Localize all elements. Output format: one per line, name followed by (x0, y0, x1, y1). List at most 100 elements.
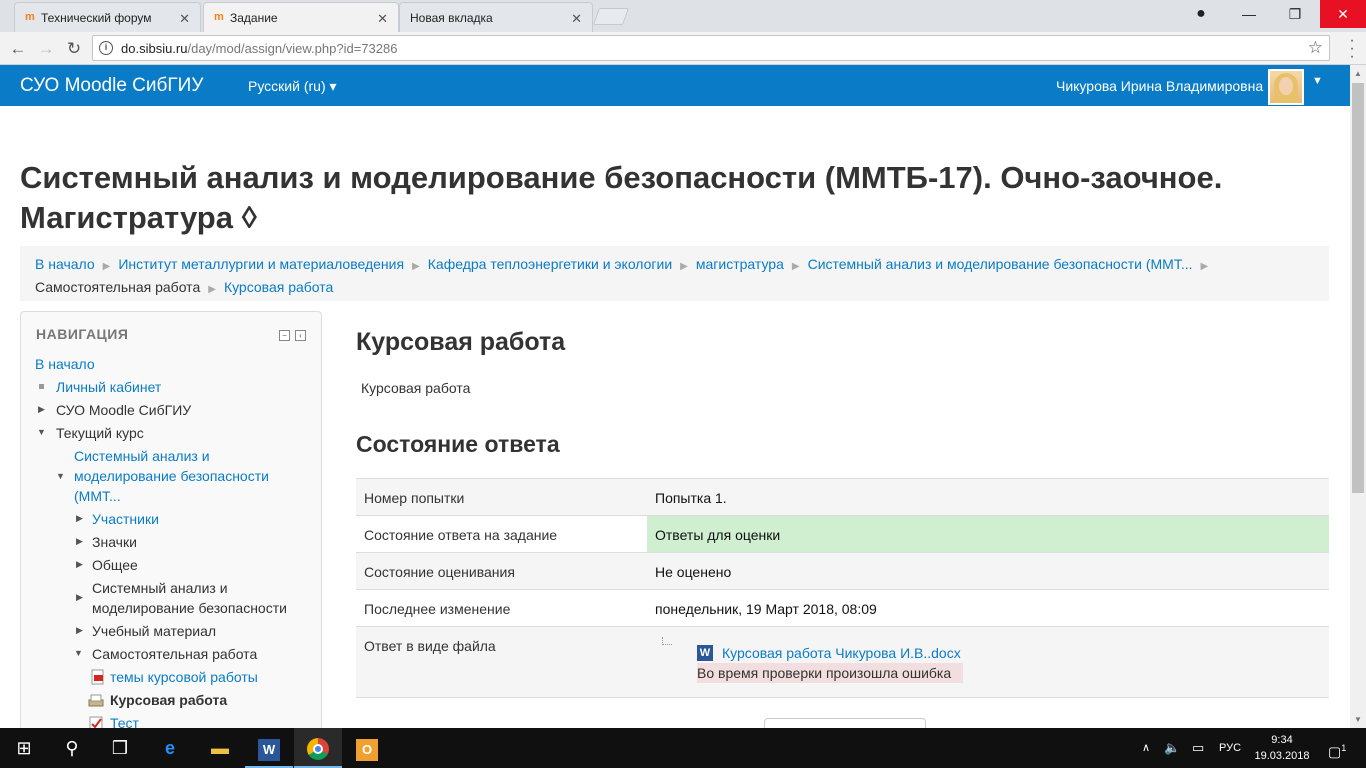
restore-button[interactable]: ❐ (1272, 0, 1318, 28)
notifications-icon[interactable]: ▢1 (1328, 728, 1346, 768)
network-icon[interactable]: ▭ (1192, 728, 1204, 768)
nav-site[interactable]: СУО Moodle СибГИУ (56, 400, 191, 420)
task-view-icon[interactable]: ❒ (96, 728, 144, 768)
nav-independent-work[interactable]: Самостоятельная работа (92, 644, 257, 664)
tab-title: Задание (230, 10, 278, 25)
chrome-icon[interactable] (294, 728, 342, 768)
row-label: Номер попытки (364, 490, 465, 506)
expand-arrow-icon[interactable]: ▶ (76, 559, 83, 570)
word-app-icon[interactable]: W (245, 728, 293, 768)
browser-toolbar: ← → ↻ i do.sibsiu.ru/day/mod/assign/view… (0, 32, 1366, 65)
nav-section-analysis-line2[interactable]: моделирование безопасности (92, 598, 287, 618)
windows-start-icon[interactable]: ⊞ (0, 728, 48, 768)
url-text: do.sibsiu.ru/day/mod/assign/view.php?id=… (121, 41, 398, 56)
page-scrollbar[interactable]: ▲ ▼ (1350, 65, 1366, 728)
nav-participants[interactable]: Участники (92, 509, 159, 529)
nav-course-link[interactable]: Системный анализ и (74, 446, 210, 466)
tab-title: Технический форум (41, 10, 152, 25)
info-icon[interactable]: i (99, 41, 113, 55)
tab-technical-forum[interactable]: m Технический форум ✕ (14, 2, 201, 32)
language-menu[interactable]: Русский (ru) ▾ (248, 78, 337, 95)
volume-icon[interactable]: 🔈 (1164, 728, 1180, 768)
expand-arrow-icon[interactable]: ▶ (76, 625, 83, 636)
nav-section-analysis[interactable]: Системный анализ и (92, 578, 228, 598)
nav-badges[interactable]: Значки (92, 532, 137, 552)
browser-menu-icon[interactable]: · · · (1344, 33, 1360, 65)
breadcrumb-section: Самостоятельная работа (35, 279, 201, 295)
file-explorer-icon[interactable]: ▬ (196, 728, 244, 768)
nav-course-link-line2[interactable]: моделирование безопасности (74, 466, 269, 486)
collapse-arrow-icon[interactable]: ▼ (74, 648, 83, 658)
tab-new-tab[interactable]: Новая вкладка ✕ (399, 2, 593, 32)
forward-icon[interactable]: → (34, 37, 58, 61)
submission-status-heading: Состояние ответа (356, 431, 560, 457)
nav-current-course[interactable]: Текущий курс (56, 423, 144, 443)
expand-arrow-icon[interactable]: ▶ (38, 404, 45, 415)
reload-icon[interactable]: ↻ (62, 37, 86, 61)
collapse-block-icon[interactable]: − (279, 330, 290, 341)
row-value: Попытка 1. (655, 490, 727, 506)
search-icon[interactable]: ⚲ (48, 728, 96, 768)
row-label: Состояние ответа на задание (364, 527, 558, 543)
assignment-icon (88, 694, 104, 707)
edit-diamond-icon[interactable]: ◊ (242, 200, 257, 235)
bookmark-star-icon[interactable]: ☆ (1308, 38, 1323, 58)
row-label: Последнее изменение (364, 601, 511, 617)
submitted-file-link[interactable]: Курсовая работа Чикурова И.В..docx (722, 645, 961, 661)
input-language[interactable]: РУС (1219, 728, 1241, 768)
breadcrumb-department[interactable]: Кафедра теплоэнергетики и экологии (428, 256, 672, 272)
chevron-down-icon[interactable]: ▼ (1312, 75, 1323, 87)
browser-tab-strip: m Технический форум ✕ m Задание ✕ Новая … (0, 0, 1366, 32)
close-window-button[interactable]: ✕ (1320, 0, 1366, 28)
new-tab-button[interactable] (592, 8, 630, 25)
page-title: Системный анализ и моделирование безопас… (20, 160, 1223, 235)
user-name[interactable]: Чикурова Ирина Владимировна (1056, 78, 1263, 94)
moodle-icon: m (25, 11, 35, 23)
word-document-icon: W (697, 645, 713, 661)
site-brand-link[interactable]: СУО Moodle СибГИУ (20, 75, 203, 97)
nav-course-link-line3[interactable]: (ММТ... (74, 486, 121, 506)
navigation-heading: НАВИГАЦИЯ (36, 326, 129, 342)
moodle-icon: m (214, 11, 224, 23)
back-icon[interactable]: ← (6, 37, 30, 61)
nav-dashboard[interactable]: Личный кабинет (56, 377, 161, 397)
expand-arrow-icon[interactable]: ▶ (76, 592, 83, 603)
nav-home[interactable]: В начало (35, 354, 95, 374)
minimize-button[interactable]: — (1226, 0, 1272, 28)
close-icon[interactable]: ✕ (571, 11, 582, 27)
table-row: Состояние оценивания Не оценено (356, 552, 1329, 589)
nav-study-material[interactable]: Учебный материал (92, 621, 216, 641)
breadcrumb-home[interactable]: В начало (35, 256, 95, 272)
address-bar[interactable]: i do.sibsiu.ru/day/mod/assign/view.php?i… (92, 35, 1330, 61)
file-error-message: Во время проверки произошла ошибка (697, 663, 964, 683)
nav-coursework-current[interactable]: Курсовая работа (110, 690, 227, 710)
breadcrumb-institute[interactable]: Институт металлургии и материаловедения (118, 256, 404, 272)
tray-chevron-icon[interactable]: ∧ (1142, 728, 1150, 768)
breadcrumb-course[interactable]: Системный анализ и моделирование безопас… (808, 256, 1193, 272)
expand-arrow-icon[interactable]: ▶ (76, 536, 83, 547)
dock-block-icon[interactable]: ‹ (295, 330, 306, 341)
close-icon[interactable]: ✕ (179, 11, 190, 27)
scrollbar-thumb[interactable] (1352, 83, 1364, 493)
expand-arrow-icon[interactable]: ▶ (76, 513, 83, 524)
tab-assignment[interactable]: m Задание ✕ (203, 2, 399, 32)
avatar[interactable] (1268, 69, 1304, 105)
nav-coursework-topics[interactable]: темы курсовой работы (110, 667, 258, 687)
bullet-icon (39, 384, 44, 389)
collapse-arrow-icon[interactable]: ▼ (56, 471, 65, 481)
scroll-up-icon[interactable]: ▲ (1354, 69, 1362, 78)
breadcrumb-coursework[interactable]: Курсовая работа (224, 279, 333, 295)
tab-title: Новая вкладка (410, 10, 493, 25)
row-value: Не оценено (655, 564, 732, 580)
collapse-arrow-icon[interactable]: ▼ (37, 427, 46, 437)
nav-general[interactable]: Общее (92, 555, 138, 575)
close-icon[interactable]: ✕ (377, 11, 388, 27)
edge-icon[interactable]: e (146, 728, 194, 768)
assignment-description: Курсовая работа (361, 380, 471, 396)
profile-icon[interactable]: ● (1178, 0, 1224, 28)
row-label: Состояние оценивания (364, 564, 515, 580)
scroll-down-icon[interactable]: ▼ (1354, 715, 1362, 724)
breadcrumb-masters[interactable]: магистратура (696, 256, 784, 272)
outlook-icon[interactable]: O (343, 728, 391, 768)
system-clock[interactable]: 9:34 19.03.2018 (1254, 732, 1310, 764)
